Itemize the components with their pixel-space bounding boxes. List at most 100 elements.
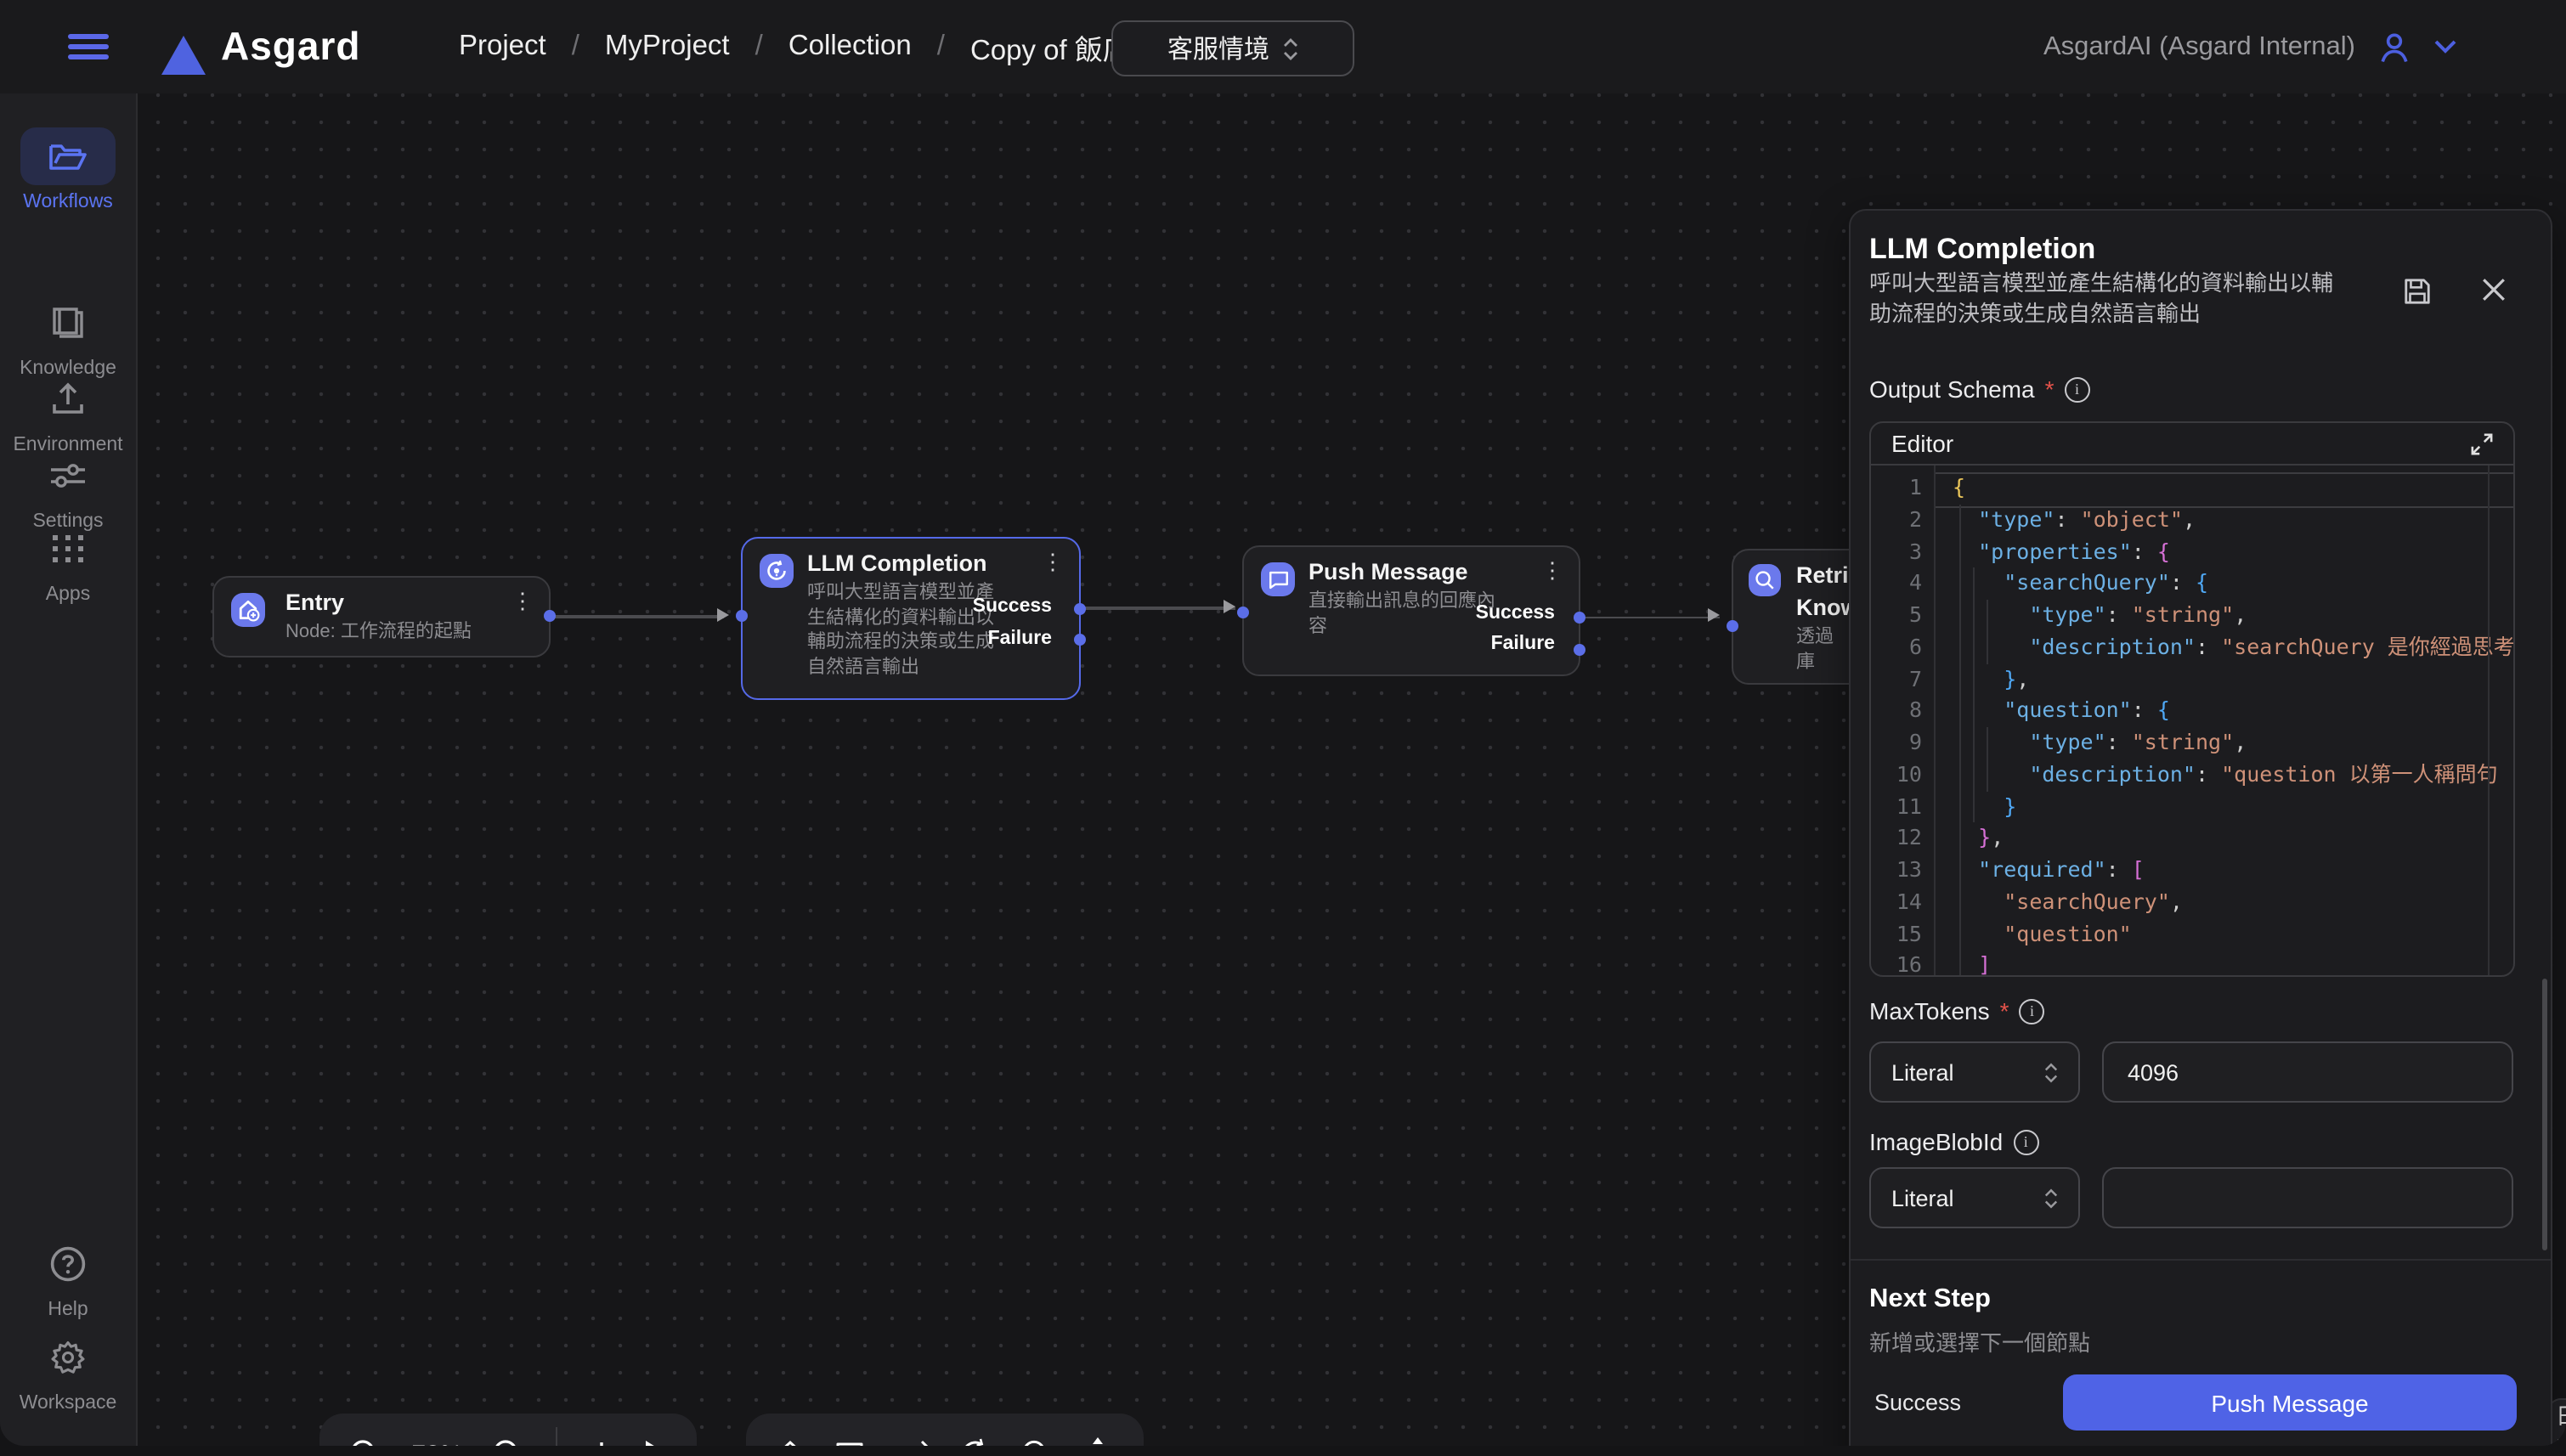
push-success-port[interactable] (1574, 612, 1585, 624)
node-menu-icon[interactable]: ⋮ (512, 591, 534, 612)
push-input-port[interactable] (1237, 606, 1249, 618)
scenario-selector[interactable]: 客服情境 (1111, 20, 1354, 76)
node-desc-line1: 透過 (1796, 625, 1834, 650)
info-icon[interactable]: i (2064, 376, 2089, 402)
edge-arrow-icon (1224, 599, 1235, 612)
chevron-down-icon (2433, 39, 2457, 54)
next-step-subtitle: 新增或選擇下一個節點 (1869, 1325, 2090, 1357)
retrieve-input-port[interactable] (1727, 619, 1738, 631)
sidebar-item-apps[interactable]: Apps (0, 520, 136, 605)
editor-code[interactable]: { "type": "object", "properties": { "sea… (1953, 472, 2513, 977)
node-menu-icon[interactable]: ⋮ (1042, 552, 1064, 573)
left-sidebar: Workflows Knowledge Environment Settings (0, 93, 138, 1446)
sidebar-label: Help (48, 1300, 88, 1320)
asgard-logo-icon (161, 36, 206, 75)
sidebar-item-workflows[interactable]: Workflows (0, 127, 136, 212)
account-area[interactable]: AsgardAI (Asgard Internal) (2043, 0, 2457, 93)
sidebar-label: Workflows (23, 192, 113, 212)
node-subtitle: Node: 工作流程的起點 (285, 620, 472, 645)
port-label-success: Success (950, 596, 1052, 617)
add-node-icon[interactable] (585, 1439, 616, 1446)
next-step-title: Next Step (1869, 1284, 1991, 1315)
breadcrumb-project[interactable]: Project (459, 31, 546, 63)
run-workflow-icon[interactable] (646, 1441, 668, 1446)
max-tokens-label: MaxTokens* i (1869, 997, 2045, 1024)
image-blob-label: ImageBlobId i (1869, 1128, 2038, 1155)
close-icon[interactable] (2481, 277, 2507, 302)
node-title-line1: Retri (1796, 562, 1849, 588)
push-message-node-icon (1261, 562, 1295, 596)
node-title: LLM Completion (807, 550, 986, 576)
sidebar-item-knowledge[interactable]: Knowledge (0, 294, 136, 379)
node-menu-icon[interactable]: ⋮ (1541, 561, 1563, 581)
chevron-updown-icon (2044, 1187, 2058, 1209)
schema-editor[interactable]: Editor 1234567891011121314151617 { "type… (1869, 421, 2515, 977)
sidebar-label: Apps (46, 584, 90, 605)
breadcrumb-myproject[interactable]: MyProject (605, 31, 730, 63)
node-llm-completion[interactable]: LLM Completion 呼叫大型語言模型並產生結構化的資料輸出以輔助流程的… (741, 537, 1081, 700)
move-tool-icon[interactable] (1079, 1436, 1116, 1446)
breadcrumb: Project / MyProject / Collection / Copy … (459, 0, 1172, 93)
help-circle-icon (49, 1245, 87, 1283)
image-blob-input[interactable] (2102, 1167, 2513, 1228)
max-tokens-input[interactable]: 4096 (2102, 1041, 2513, 1103)
zoom-in-icon[interactable] (492, 1437, 526, 1446)
node-push-message[interactable]: Push Message 直接輸出訊息的回應內容 ⋮ Success Failu… (1242, 545, 1580, 676)
book-icon (49, 306, 87, 340)
node-entry[interactable]: Entry Node: 工作流程的起點 ⋮ (212, 576, 551, 657)
switch-node-tool-icon[interactable] (894, 1439, 931, 1446)
info-icon[interactable]: i (2020, 998, 2045, 1024)
image-blob-mode-select[interactable]: Literal (1869, 1167, 2080, 1228)
grid-dots-icon (51, 533, 85, 564)
llm-node-tool-icon[interactable] (958, 1437, 992, 1446)
chevron-updown-icon (1283, 37, 1298, 60)
llm-success-port[interactable] (1074, 602, 1086, 614)
app-root: Asgard Project / MyProject / Collection … (0, 0, 2566, 1456)
entry-node-icon (231, 593, 265, 627)
sidebar-item-help[interactable]: Help (0, 1235, 136, 1320)
editor-title: Editor (1891, 430, 1953, 457)
zoom-out-icon[interactable] (348, 1437, 382, 1446)
save-icon[interactable] (2403, 277, 2432, 306)
hamburger-menu-icon[interactable] (68, 34, 109, 61)
expand-icon[interactable] (2471, 432, 2493, 454)
brand-name: Asgard (221, 24, 361, 70)
push-failure-port[interactable] (1574, 643, 1585, 655)
account-name: AsgardAI (Asgard Internal) (2043, 31, 2355, 62)
drawer-char-1: 日 (2556, 1400, 2566, 1432)
port-label-success: Success (1453, 603, 1555, 624)
edge-arrow-icon (1708, 608, 1720, 622)
sliders-icon (48, 460, 88, 491)
sidebar-item-settings[interactable]: Settings (0, 447, 136, 532)
node-config-panel: LLM Completion 呼叫大型語言模型並產生結構化的資料輸出以輔助流程的… (1849, 209, 2552, 1446)
edge-llm-to-push (1082, 607, 1235, 609)
max-tokens-mode-select[interactable]: Literal (1869, 1041, 2080, 1103)
user-icon (2376, 28, 2413, 65)
output-schema-label: Output Schema* i (1869, 375, 2089, 403)
editor-scrollbar[interactable] (2488, 466, 2490, 975)
search-node-tool-icon[interactable] (1019, 1437, 1053, 1446)
upload-icon (49, 382, 87, 416)
edge-arrow-icon (717, 607, 729, 621)
node-title: Push Message (1308, 559, 1468, 584)
breadcrumb-collection[interactable]: Collection (788, 31, 912, 63)
info-icon[interactable]: i (2013, 1129, 2038, 1154)
llm-input-port[interactable] (736, 610, 748, 622)
folder-icon (48, 139, 88, 173)
success-target-button[interactable]: Push Message (2063, 1374, 2517, 1431)
retrieve-node-icon (1749, 564, 1781, 596)
panel-title: LLM Completion (1869, 233, 2095, 267)
llm-node-icon (760, 554, 794, 588)
node-title: Entry (285, 590, 344, 615)
sidebar-item-workspace[interactable]: Workspace (0, 1329, 136, 1414)
drawer-char-2: 執 (2556, 1432, 2566, 1446)
entry-node-tool-icon[interactable] (772, 1437, 806, 1446)
node-desc-line2: 庫 (1796, 651, 1815, 675)
entry-output-port[interactable] (544, 610, 556, 622)
node-palette-toolbar (746, 1414, 1144, 1446)
sidebar-item-environment[interactable]: Environment (0, 370, 136, 455)
llm-failure-port[interactable] (1074, 634, 1086, 646)
message-node-tool-icon[interactable] (834, 1437, 868, 1446)
success-row-label: Success (1874, 1390, 1961, 1415)
panel-scrollbar[interactable] (2541, 979, 2546, 1250)
